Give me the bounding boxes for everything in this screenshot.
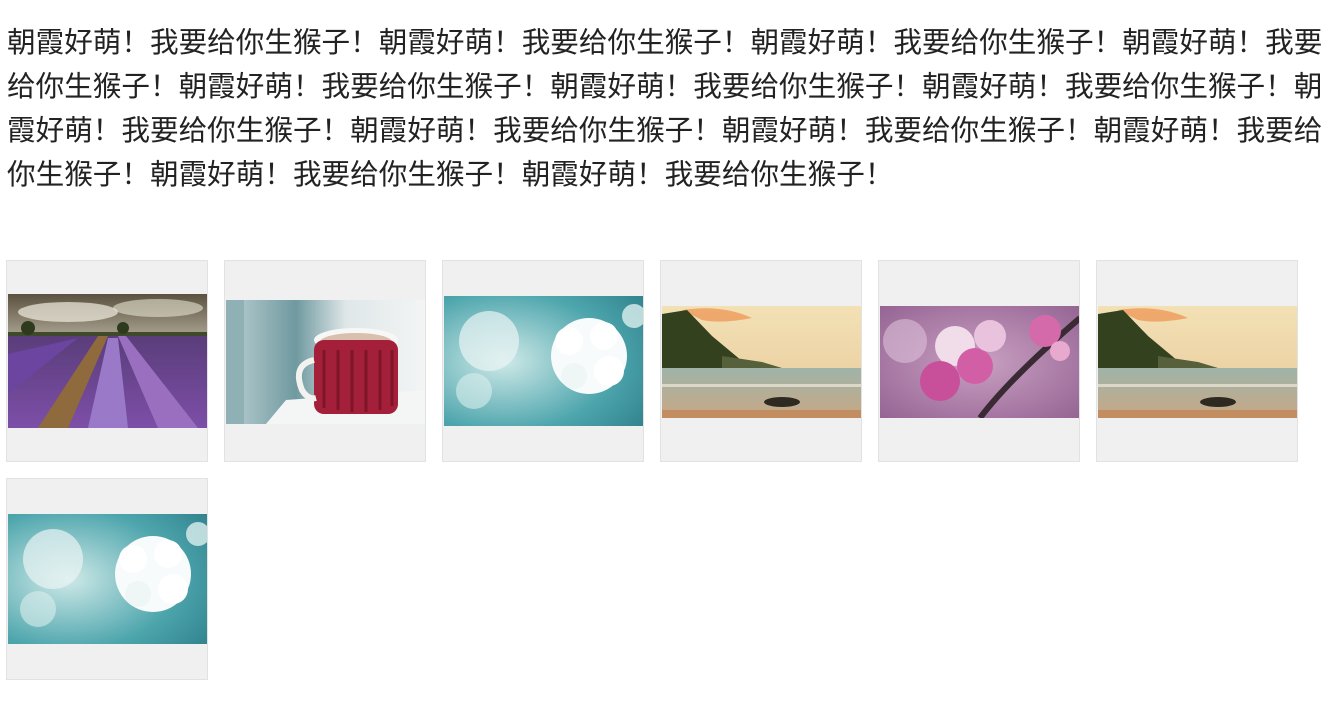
thumbnail-lavender-field[interactable] — [6, 260, 208, 462]
thumbnail-white-blossom-2[interactable] — [6, 478, 208, 680]
sunset-beach-image — [1098, 306, 1297, 418]
white-blossom-image — [8, 514, 207, 644]
thumbnail-sunset-beach[interactable] — [660, 260, 862, 462]
red-knit-mug-image — [226, 300, 425, 424]
pink-cherry-blossom-image — [880, 306, 1079, 418]
white-blossom-image — [444, 296, 643, 426]
thumbnail-white-blossom[interactable] — [442, 260, 644, 462]
thumbnail-sunset-beach-2[interactable] — [1096, 260, 1298, 462]
sunset-beach-image — [662, 306, 861, 418]
lavender-field-image — [8, 294, 207, 428]
thumbnail-pink-cherry-blossom[interactable] — [878, 260, 1080, 462]
intro-paragraph: 朝霞好萌！我要给你生猴子！朝霞好萌！我要给你生猴子！朝霞好萌！我要给你生猴子！朝… — [7, 25, 1323, 191]
thumbnail-red-knit-mug[interactable] — [224, 260, 426, 462]
